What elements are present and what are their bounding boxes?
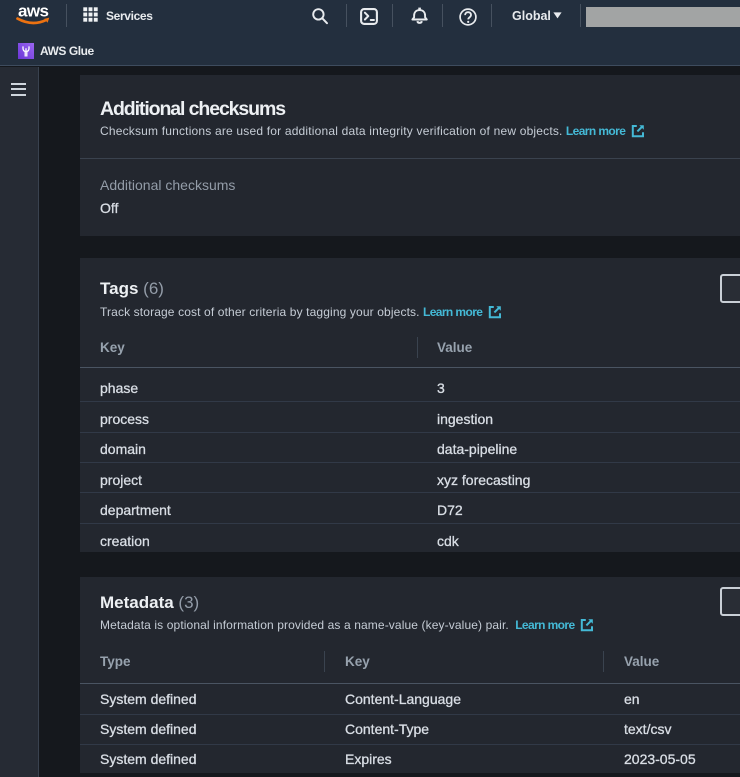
- svg-text:aws: aws: [18, 3, 48, 20]
